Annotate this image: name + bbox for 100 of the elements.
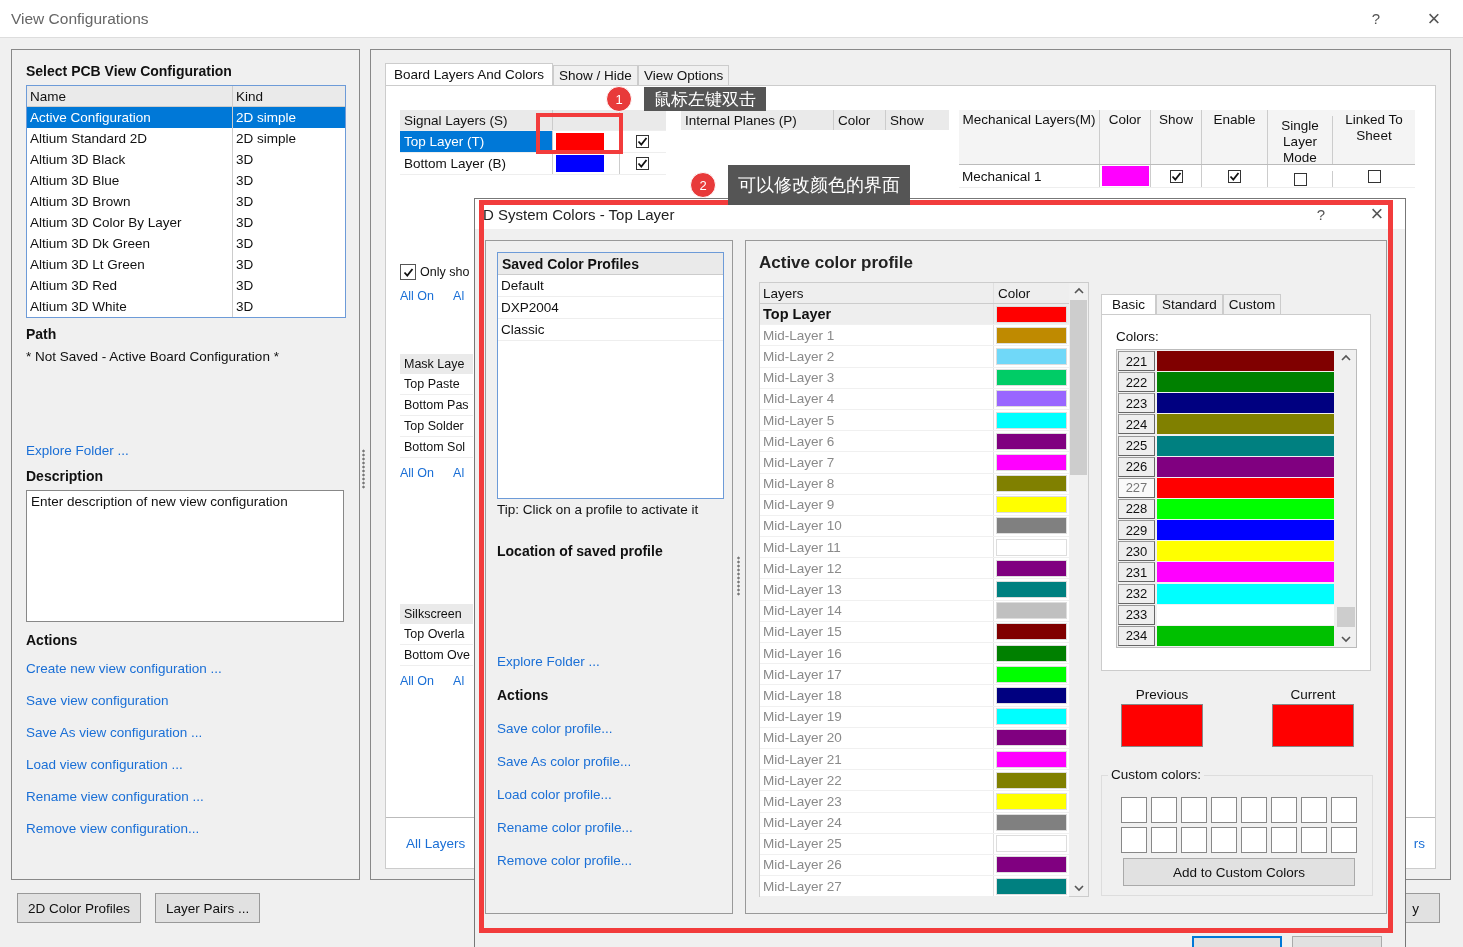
column-header[interactable]: Show — [1151, 110, 1202, 164]
layer-name-cell[interactable]: Top Layer (T) — [400, 131, 553, 152]
custom-color-slot[interactable] — [1211, 827, 1237, 853]
column-header[interactable]: Enable — [1202, 110, 1268, 164]
configuration-row[interactable]: Altium 3D Lt Green 3D — [27, 254, 345, 275]
color-swatch[interactable] — [996, 729, 1067, 747]
custom-color-slot[interactable] — [1301, 797, 1327, 823]
footer-button[interactable]: Layer Pairs ... — [155, 893, 261, 923]
color-index-button[interactable]: 234 — [1118, 625, 1155, 646]
configuration-row[interactable]: Altium 3D Brown 3D — [27, 191, 345, 212]
color-index-button[interactable]: 223 — [1118, 393, 1155, 414]
custom-color-slot[interactable] — [1271, 827, 1297, 853]
layer-name-cell[interactable]: Mid-Layer 22 — [760, 770, 994, 791]
color-swatch[interactable] — [996, 369, 1067, 387]
layer-name-cell[interactable]: Mid-Layer 15 — [760, 621, 994, 642]
custom-color-slot[interactable] — [1151, 827, 1177, 853]
layer-name-cell[interactable]: Mid-Layer 17 — [760, 664, 994, 685]
layer-name-cell[interactable]: Mid-Layer 11 — [760, 537, 994, 558]
action-link[interactable]: Remove view configuration... — [26, 821, 222, 836]
action-link[interactable]: Create new view configuration ... — [26, 661, 222, 676]
profile-item[interactable]: DXP2004 — [498, 297, 723, 319]
scrollbar[interactable] — [1069, 283, 1088, 896]
scroll-up-icon[interactable] — [1073, 287, 1084, 294]
color-swatch[interactable] — [996, 517, 1067, 535]
column-header[interactable]: Color — [994, 283, 1069, 303]
custom-color-slot[interactable] — [1181, 797, 1207, 823]
footer-button[interactable]: 2D Color Profiles — [17, 893, 142, 923]
custom-color-slot[interactable] — [1301, 827, 1327, 853]
checkbox[interactable] — [1169, 169, 1183, 183]
layer-name-cell[interactable]: Mid-Layer 21 — [760, 748, 994, 770]
color-swatch[interactable] — [996, 835, 1067, 853]
color-swatch[interactable] — [996, 347, 1067, 365]
configuration-row[interactable]: Altium 3D Red 3D — [27, 275, 345, 296]
color-index-button[interactable]: 222 — [1118, 372, 1155, 393]
layer-name-cell[interactable]: Mid-Layer 24 — [760, 812, 994, 833]
color-swatch[interactable] — [996, 792, 1067, 810]
color-bar[interactable] — [1157, 625, 1334, 646]
color-swatch[interactable] — [996, 686, 1067, 704]
scrollbar-thumb[interactable] — [1070, 300, 1087, 475]
action-link[interactable]: Save view configuration — [26, 693, 222, 708]
action-link[interactable]: Save color profile... — [497, 721, 633, 736]
action-link[interactable]: Rename color profile... — [497, 820, 633, 835]
color-swatch[interactable] — [996, 475, 1067, 493]
custom-color-slot[interactable] — [1331, 827, 1357, 853]
color-index-button[interactable]: 231 — [1118, 562, 1155, 583]
layer-name-cell[interactable]: Mid-Layer 6 — [760, 431, 994, 452]
color-swatch[interactable] — [1101, 166, 1149, 186]
layer-name-cell[interactable]: Mid-Layer 7 — [760, 452, 994, 473]
layer-name-cell[interactable]: Mid-Layer 18 — [760, 685, 994, 706]
custom-color-slot[interactable] — [1241, 827, 1267, 853]
profile-item[interactable]: Classic — [498, 319, 723, 341]
toggle-link[interactable]: Al — [453, 674, 465, 688]
configuration-row[interactable]: Altium 3D Blue 3D — [27, 170, 345, 191]
configuration-row[interactable]: Active Configuration 2D simple — [27, 107, 345, 128]
explore-folder-link[interactable]: Explore Folder ... — [26, 443, 129, 458]
layer-name-cell[interactable]: Mid-Layer 4 — [760, 388, 994, 409]
color-swatch[interactable] — [996, 305, 1067, 323]
color-swatch[interactable] — [996, 581, 1067, 599]
scrollbar-thumb[interactable] — [1337, 607, 1355, 627]
layer-name-cell[interactable]: Mid-Layer 9 — [760, 494, 994, 515]
checkbox[interactable] — [1293, 172, 1307, 186]
color-index-button[interactable]: 226 — [1118, 456, 1155, 477]
configuration-row[interactable]: Altium 3D Dk Green 3D — [27, 233, 345, 254]
column-header[interactable]: Layers — [760, 283, 994, 303]
explore-folder-link[interactable]: Explore Folder ... — [497, 654, 600, 669]
layer-name-cell[interactable]: Mid-Layer 3 — [760, 367, 994, 388]
tab[interactable]: Show / Hide — [553, 65, 638, 85]
toggle-link[interactable]: Al — [453, 289, 465, 303]
layer-name-cell[interactable]: Mid-Layer 26 — [760, 854, 994, 876]
checkbox-label[interactable]: Only sho — [420, 265, 470, 279]
configuration-row[interactable]: Altium 3D Black 3D — [27, 149, 345, 170]
add-custom-color-button[interactable]: Add to Custom Colors — [1123, 858, 1355, 886]
splitter-handle[interactable] — [362, 449, 365, 489]
action-link[interactable]: Save As view configuration ... — [26, 725, 222, 740]
color-swatch[interactable] — [996, 432, 1067, 450]
color-swatch[interactable] — [996, 453, 1067, 471]
column-header[interactable]: Silkscreen — [400, 604, 473, 624]
action-link[interactable]: Load view configuration ... — [26, 757, 222, 772]
column-header[interactable]: Color — [1100, 110, 1151, 164]
custom-color-slot[interactable] — [1241, 797, 1267, 823]
color-bar[interactable] — [1157, 604, 1334, 625]
color-index-button[interactable]: 230 — [1118, 541, 1155, 562]
custom-color-slot[interactable] — [1151, 797, 1177, 823]
help-button[interactable]: ? — [1293, 199, 1349, 229]
checkbox[interactable] — [1367, 169, 1381, 183]
color-bar[interactable] — [1157, 414, 1334, 435]
tab[interactable]: Basic — [1101, 294, 1156, 314]
color-swatch[interactable] — [996, 856, 1067, 874]
custom-color-slot[interactable] — [1121, 797, 1147, 823]
layer-name-cell[interactable]: Mid-Layer 2 — [760, 346, 994, 367]
column-header[interactable]: Kind — [233, 86, 345, 106]
layer-name-cell[interactable]: Mid-Layer 19 — [760, 706, 994, 727]
color-swatch[interactable] — [556, 155, 604, 172]
help-button[interactable]: ? — [1347, 3, 1405, 34]
color-index-button[interactable]: 225 — [1118, 435, 1155, 456]
tab[interactable]: Board Layers And Colors — [385, 63, 554, 85]
color-swatch[interactable] — [996, 602, 1067, 620]
configuration-row[interactable]: Altium 3D White 3D — [27, 296, 345, 317]
layer-name-cell[interactable]: Mid-Layer 25 — [760, 833, 994, 854]
checkbox[interactable] — [1228, 169, 1241, 183]
